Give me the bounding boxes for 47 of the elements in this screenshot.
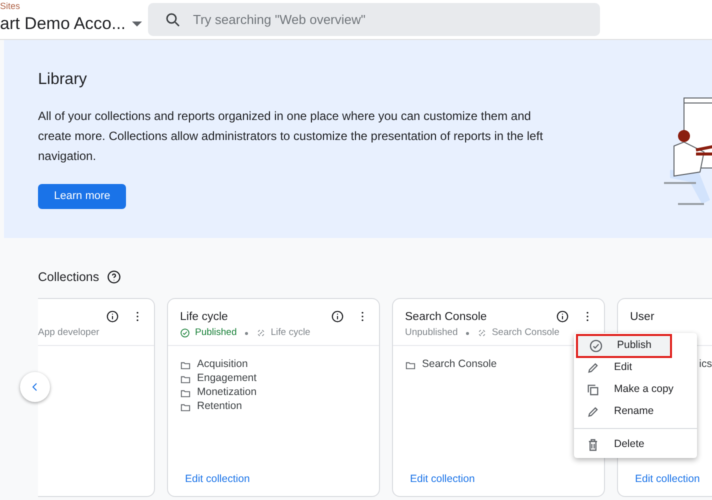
menu-item[interactable]: Delete [574, 434, 697, 456]
report-item[interactable]: Search Console [422, 357, 497, 373]
folder-icon [405, 360, 416, 370]
help-icon [107, 270, 122, 284]
collections-heading: Collections [38, 268, 100, 286]
edit-collection-link[interactable]: Edit collection [185, 473, 250, 485]
folder-icon [180, 402, 191, 412]
caret-icon [132, 20, 142, 26]
copy-icon [586, 383, 600, 397]
search-icon [164, 11, 182, 29]
menu-item[interactable]: Publish [577, 335, 671, 357]
card-title: Life cycle [180, 310, 228, 324]
trash-icon [586, 438, 600, 452]
status-label: Published [195, 327, 237, 339]
folder-icon [180, 374, 191, 384]
learn-more-button[interactable]: Learn more [38, 184, 126, 209]
collection-type: Life cycle [270, 327, 310, 339]
banner-description: All of your collections and reports organized in one place where you can customize them and create more. Collections allow administrators to customize the presentation of reports in the left navigation. [38, 108, 544, 165]
collection-type: App developer [38, 327, 100, 339]
folder-icon [180, 388, 191, 398]
check-circle-icon [180, 328, 190, 338]
report-item[interactable]: Engagement [197, 371, 257, 387]
status-label: Unpublished [405, 327, 458, 339]
check-circle-icon [589, 339, 603, 353]
account-selector[interactable]: art Demo Acco... [0, 15, 142, 32]
report-item[interactable]: Retention [197, 399, 242, 415]
edit-collection-link[interactable]: Edit collection [410, 473, 475, 485]
menu-item[interactable]: Rename [574, 401, 697, 423]
pencil-icon [586, 405, 600, 419]
report-item[interactable]: Monetization [197, 385, 257, 401]
report-item[interactable]: ics [699, 357, 712, 373]
menu-item[interactable]: Make a copy [574, 379, 697, 401]
folder-icon [180, 360, 191, 370]
edit-collection-link[interactable]: Edit collection [635, 473, 700, 485]
pencil-icon [586, 361, 600, 375]
info-icon [556, 310, 569, 323]
card-title: User [630, 310, 654, 324]
info-icon [331, 310, 344, 323]
card-title: Search Console [405, 310, 487, 324]
banner-title: Library [38, 70, 88, 90]
report-item[interactable]: Acquisition [197, 357, 248, 373]
scroll-left-button[interactable] [20, 372, 50, 402]
search-field[interactable]: Try searching "Web overview" [148, 3, 600, 36]
info-icon [106, 310, 119, 323]
account-label: Sites [0, 2, 20, 11]
collection-type: Search Console [492, 327, 560, 339]
menu-item[interactable]: Edit [574, 357, 697, 379]
